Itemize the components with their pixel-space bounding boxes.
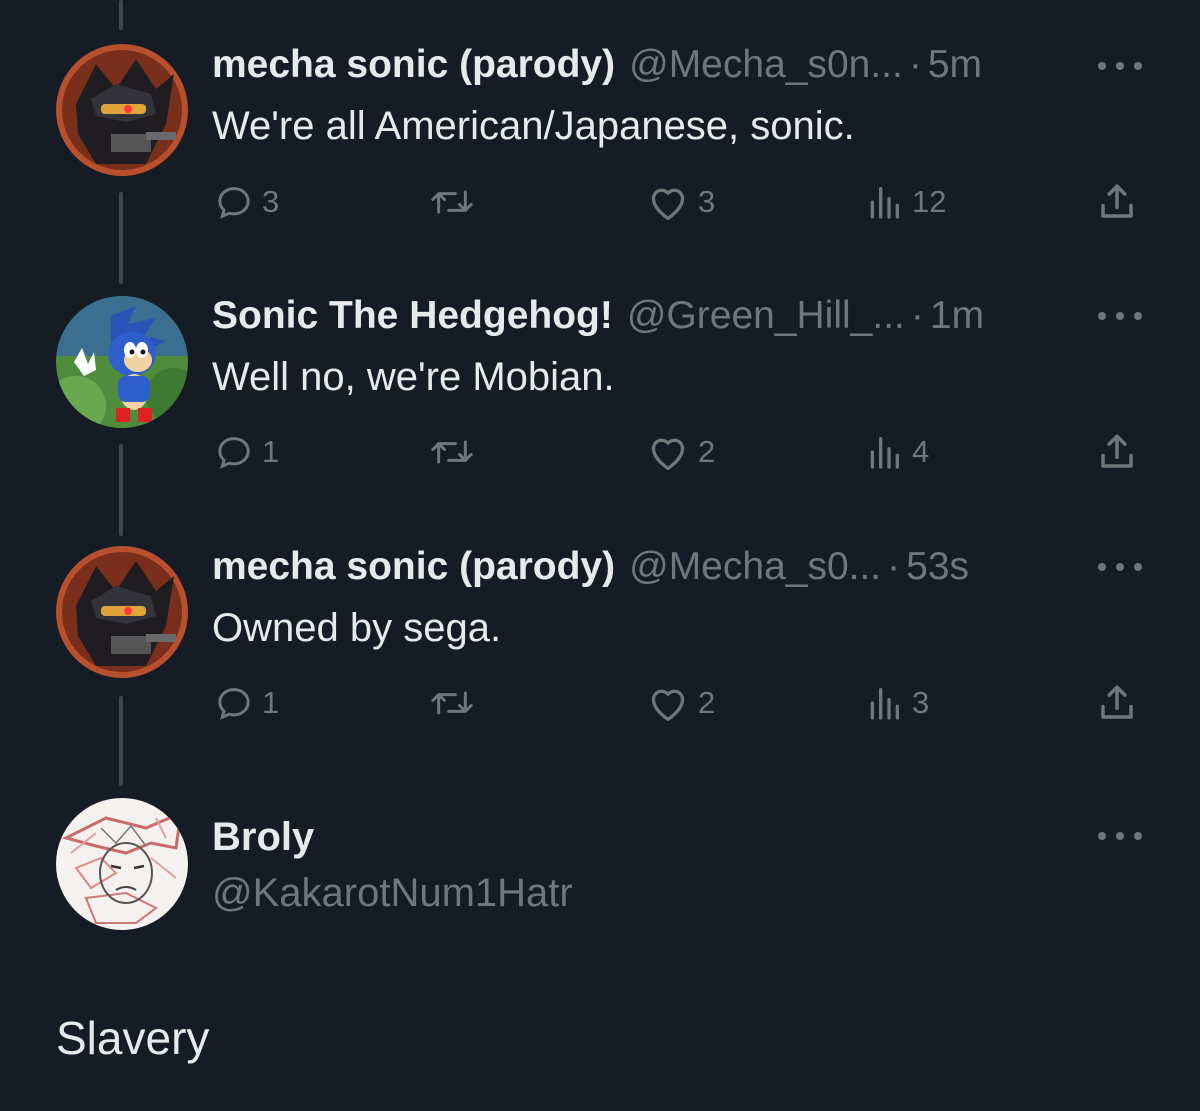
- views-button[interactable]: 12: [864, 180, 946, 224]
- like-count: 2: [698, 434, 716, 469]
- more-options-icon[interactable]: [1098, 306, 1142, 326]
- avatar[interactable]: [56, 296, 188, 428]
- views-button[interactable]: 4: [864, 430, 929, 474]
- handle[interactable]: @KakarotNum1Hatr: [212, 868, 573, 918]
- views-icon: [870, 187, 899, 219]
- timestamp[interactable]: 1m: [930, 291, 984, 341]
- like-count: 3: [698, 184, 716, 219]
- tweet-text: Well no, we're Mobian.: [212, 355, 615, 399]
- view-count: 4: [912, 434, 930, 469]
- avatar[interactable]: [56, 798, 188, 930]
- separator-dot: ·: [910, 294, 924, 337]
- retweet-icon: [431, 440, 473, 464]
- like-count: 2: [698, 685, 716, 720]
- reply-count: 1: [262, 434, 280, 469]
- retweet-icon: [431, 190, 473, 214]
- avatar[interactable]: [56, 44, 188, 176]
- thread-line-top: [119, 0, 123, 30]
- tweet-header: Sonic The Hedgehog! @Green_Hill_... · 1m: [212, 291, 984, 341]
- reply-button[interactable]: 1: [214, 430, 279, 474]
- more-options-icon[interactable]: [1098, 826, 1142, 846]
- reply-count: 3: [262, 184, 280, 219]
- view-count: 12: [912, 184, 947, 219]
- thread-line: [119, 192, 123, 284]
- retweet-button[interactable]: [426, 681, 486, 725]
- display-name[interactable]: mecha sonic (parody): [212, 542, 615, 592]
- tweet-text: We're all American/Japanese, sonic.: [212, 104, 855, 148]
- retweet-button[interactable]: [426, 430, 486, 474]
- reply-count: 1: [262, 685, 280, 720]
- reply-icon: [218, 187, 250, 219]
- display-name[interactable]: Sonic The Hedgehog!: [212, 291, 613, 341]
- thread-line: [119, 696, 123, 786]
- heart-icon: [651, 689, 685, 721]
- reply-icon: [218, 688, 250, 720]
- views-button[interactable]: 3: [864, 681, 929, 725]
- handle[interactable]: @Green_Hill_...: [627, 291, 905, 341]
- share-button[interactable]: [1096, 180, 1138, 224]
- handle[interactable]: @Mecha_s0...: [629, 542, 881, 592]
- reply-button[interactable]: 1: [214, 681, 279, 725]
- reply-button[interactable]: 3: [214, 180, 279, 224]
- like-button[interactable]: 2: [646, 430, 715, 474]
- heart-icon: [651, 188, 685, 220]
- tweet-header: mecha sonic (parody) @Mecha_s0... · 53s: [212, 542, 969, 592]
- view-count: 3: [912, 685, 930, 720]
- reply-icon: [218, 437, 250, 469]
- display-name[interactable]: Broly: [212, 812, 314, 862]
- share-button[interactable]: [1096, 430, 1138, 474]
- views-icon: [870, 688, 899, 720]
- mecha-sonic-avatar-image: [56, 44, 188, 176]
- share-icon: [1101, 685, 1133, 719]
- sonic-avatar-image: [56, 296, 188, 428]
- views-icon: [870, 437, 899, 469]
- retweet-button[interactable]: [426, 180, 486, 224]
- share-icon: [1101, 434, 1133, 468]
- display-name[interactable]: mecha sonic (parody): [212, 40, 615, 90]
- heart-icon: [651, 438, 685, 470]
- tweet-text: Slavery: [56, 1012, 210, 1064]
- like-button[interactable]: 2: [646, 681, 715, 725]
- mecha-sonic-avatar-image: [56, 546, 188, 678]
- timestamp[interactable]: 53s: [906, 542, 969, 592]
- more-options-icon[interactable]: [1098, 56, 1142, 76]
- handle[interactable]: @Mecha_s0n...: [629, 40, 903, 90]
- thread-line: [119, 444, 123, 536]
- separator-dot: ·: [908, 43, 922, 86]
- broly-avatar-image: [56, 798, 188, 930]
- more-options-icon[interactable]: [1098, 557, 1142, 577]
- tweet-header: mecha sonic (parody) @Mecha_s0n... · 5m: [212, 40, 982, 90]
- retweet-icon: [431, 691, 473, 715]
- tweet-text: Owned by sega.: [212, 606, 502, 650]
- timestamp[interactable]: 5m: [928, 40, 982, 90]
- like-button[interactable]: 3: [646, 180, 715, 224]
- avatar[interactable]: [56, 546, 188, 678]
- share-button[interactable]: [1096, 681, 1138, 725]
- share-icon: [1101, 184, 1133, 218]
- separator-dot: ·: [887, 545, 901, 588]
